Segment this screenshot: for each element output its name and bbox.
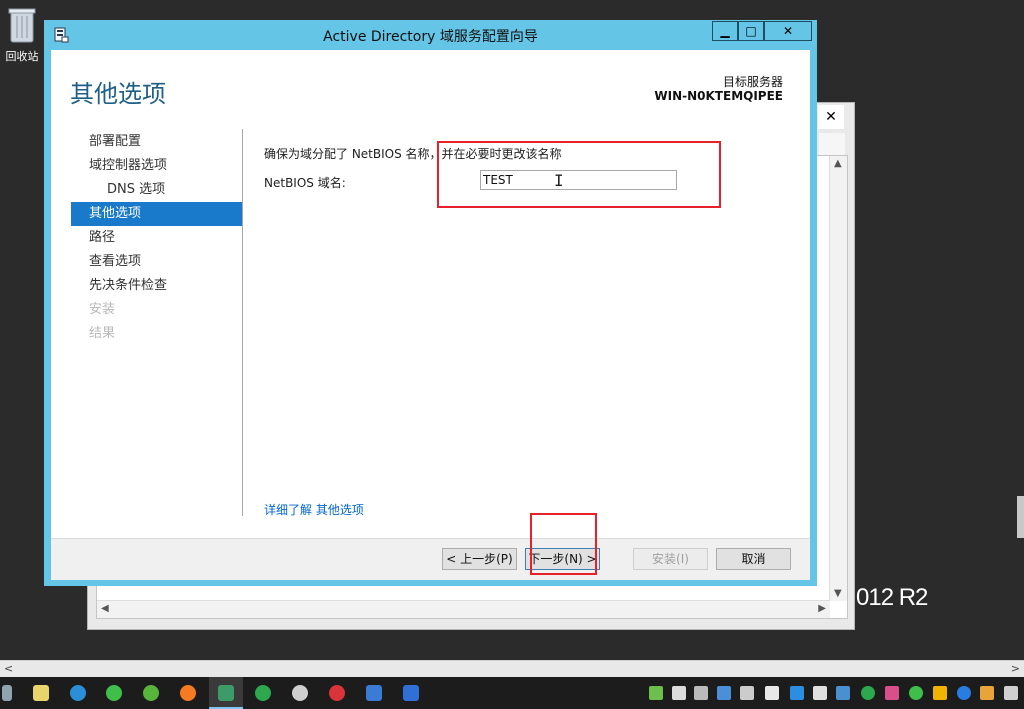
minimize-button[interactable]: ▁ <box>712 21 738 41</box>
ad-ds-config-wizard: Active Directory 域服务配置向导 ▁ □ ✕ 其他选项 目标服务… <box>44 20 817 586</box>
cancel-button[interactable]: 取消 <box>716 548 791 570</box>
netbios-input[interactable] <box>480 170 677 190</box>
app-tray-icon[interactable] <box>980 686 994 700</box>
window-title: Active Directory 域服务配置向导 <box>323 29 538 45</box>
volume-muted-icon[interactable] <box>740 686 754 700</box>
nav-item-results: 结果 <box>89 326 116 341</box>
power-icon[interactable] <box>790 686 804 700</box>
file-manager-icon[interactable] <box>33 685 49 701</box>
gear-icon[interactable] <box>292 685 308 701</box>
wizard-footer: < 上一步(P) 下一步(N) > 安装(I) 取消 <box>51 538 810 580</box>
netbios-label: NetBIOS 域名: <box>264 176 346 190</box>
eye-app-icon[interactable] <box>218 685 234 701</box>
background-scroll-top <box>819 133 845 155</box>
wechat-tray-icon[interactable] <box>909 686 923 700</box>
recycle-bin-label: 回收站 <box>5 50 39 63</box>
nav-item-dc-options[interactable]: 域控制器选项 <box>71 154 243 178</box>
battery-icon[interactable] <box>813 686 827 700</box>
recycle-bin[interactable]: 回收站 <box>0 6 44 64</box>
background-horizontal-scrollbar[interactable]: ◀ ▶ <box>97 600 830 618</box>
target-server-label: 目标服务器 <box>722 75 783 89</box>
background-close-button[interactable]: ✕ <box>818 105 844 129</box>
install-button: 安装(I) <box>633 548 708 570</box>
printer-icon[interactable] <box>694 686 708 700</box>
wizard-client-area: 其他选项 目标服务器 WIN-N0KTEMQIPEE 部署配置 域控制器选项 D… <box>51 50 810 580</box>
tray-app-icon[interactable] <box>649 686 663 700</box>
page-title: 其他选项 <box>70 80 166 108</box>
screen-vertical-scroll-thumb[interactable] <box>1017 496 1024 538</box>
clover-icon[interactable] <box>143 685 159 701</box>
nav-item-deployment[interactable]: 部署配置 <box>71 130 243 154</box>
nav-item-review[interactable]: 查看选项 <box>71 250 243 274</box>
screen-horizontal-scrollbar[interactable]: < > <box>0 660 1024 678</box>
wizard-nav: 部署配置 域控制器选项 DNS 选项 其他选项 路径 查看选项 先决条件检查 安… <box>71 130 243 346</box>
photo-icon[interactable] <box>366 685 382 701</box>
bluetooth-icon[interactable] <box>957 686 971 700</box>
firefox-icon[interactable] <box>180 685 196 701</box>
network-icon[interactable] <box>1004 686 1018 700</box>
maximize-button[interactable]: □ <box>738 21 764 41</box>
recycle-bin-icon <box>7 6 37 44</box>
edge-icon[interactable] <box>70 685 86 701</box>
wps-icon[interactable] <box>403 685 419 701</box>
close-button[interactable]: ✕ <box>764 21 812 41</box>
scroll-right-icon[interactable]: > <box>1011 662 1020 675</box>
nav-divider <box>242 129 243 516</box>
package-icon[interactable] <box>717 686 731 700</box>
wechat-icon[interactable] <box>106 685 122 701</box>
os-brand-text: 012 R2 <box>856 584 928 611</box>
next-button[interactable]: 下一步(N) > <box>525 548 600 570</box>
taskbar <box>0 677 1024 709</box>
text-cursor-icon: I <box>554 171 564 190</box>
nav-item-install: 安装 <box>89 302 116 317</box>
title-bar[interactable]: Active Directory 域服务配置向导 ▁ □ ✕ <box>44 20 817 50</box>
green-circle-icon[interactable] <box>255 685 271 701</box>
learn-more-link[interactable]: 详细了解 其他选项 <box>264 501 364 518</box>
green-app-icon[interactable] <box>861 686 875 700</box>
scroll-left-icon[interactable]: < <box>4 662 13 675</box>
start-icon[interactable] <box>2 685 12 701</box>
nav-item-dns-options[interactable]: DNS 选项 <box>71 178 243 202</box>
netbios-description: 确保为域分配了 NetBIOS 名称，并在必要时更改该名称 <box>264 147 562 161</box>
monitor-icon[interactable] <box>836 686 850 700</box>
previous-button[interactable]: < 上一步(P) <box>442 548 517 570</box>
red-app-icon[interactable] <box>329 685 345 701</box>
nav-item-prereq-check[interactable]: 先决条件检查 <box>71 274 243 298</box>
shield-icon[interactable] <box>765 686 779 700</box>
nav-item-additional-options[interactable]: 其他选项 <box>71 202 243 226</box>
tb-icon[interactable] <box>672 686 686 700</box>
shield-yellow-icon[interactable] <box>933 686 947 700</box>
background-vertical-scrollbar[interactable]: ▲ ▼ <box>829 156 847 601</box>
color-icon[interactable] <box>885 686 899 700</box>
target-server-name: WIN-N0KTEMQIPEE <box>654 89 783 103</box>
nav-item-paths[interactable]: 路径 <box>71 226 243 250</box>
